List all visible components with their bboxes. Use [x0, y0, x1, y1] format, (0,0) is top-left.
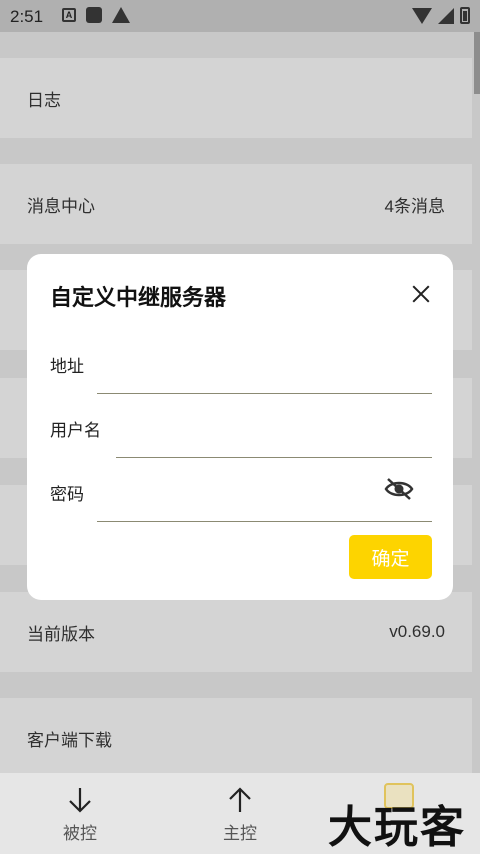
battery-icon [460, 7, 470, 24]
address-underline [97, 393, 432, 394]
username-label: 用户名 [50, 421, 101, 440]
warning-icon [112, 7, 130, 23]
watermark-logo: 大玩客 [328, 803, 466, 852]
dialog-title: 自定义中继服务器 [50, 285, 227, 310]
eye-off-icon[interactable] [384, 476, 414, 502]
confirm-button[interactable]: 确定 [349, 535, 432, 579]
wifi-icon [412, 7, 432, 24]
address-input[interactable] [97, 366, 432, 392]
password-label: 密码 [50, 485, 84, 504]
signal-icon [438, 7, 454, 24]
bottom-nav: 被控 主控 大玩客 [0, 773, 480, 854]
password-underline [97, 521, 432, 522]
nav-item-controlled[interactable]: 被控 [40, 785, 120, 844]
app-notification-icon [86, 7, 102, 23]
notification-icons: A [62, 7, 130, 23]
nav-item-controller[interactable]: 主控 [200, 785, 280, 844]
address-label: 地址 [50, 357, 84, 376]
nav-label: 被控 [63, 824, 97, 843]
system-icons [412, 7, 470, 24]
arrow-up-icon [229, 787, 251, 812]
arrow-down-icon [69, 788, 91, 813]
close-icon[interactable] [409, 282, 433, 306]
username-input[interactable] [116, 430, 432, 456]
username-underline [116, 457, 432, 458]
status-time: 2:51 [10, 7, 44, 26]
a-notification-icon: A [62, 8, 76, 22]
status-bar: 2:51 A [0, 0, 480, 32]
relay-server-dialog: 自定义中继服务器 地址 用户名 密码 确定 [27, 254, 453, 600]
nav-label: 主控 [223, 824, 257, 843]
password-input[interactable] [97, 494, 377, 520]
